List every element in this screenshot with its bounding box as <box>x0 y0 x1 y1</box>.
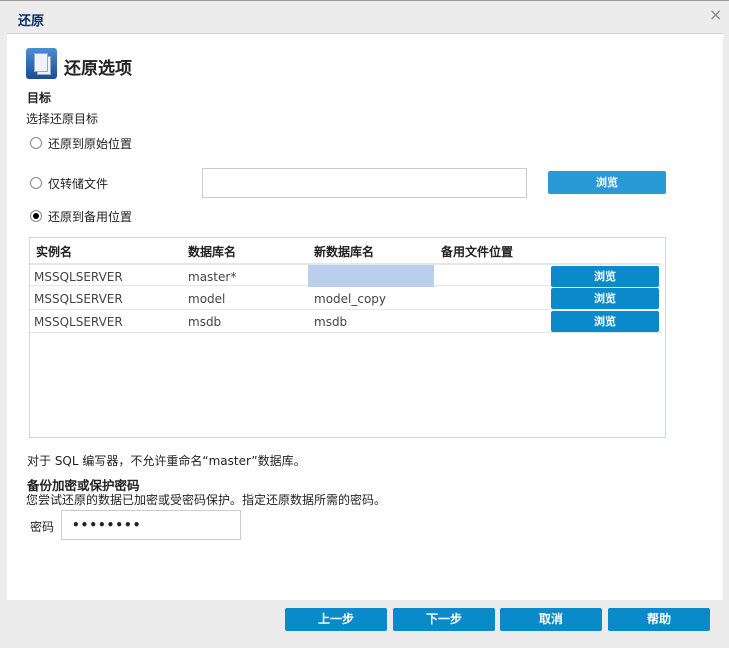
password-label: 密码 <box>30 520 55 534</box>
db-cell: msdb <box>188 315 222 329</box>
help-button[interactable]: 帮助 <box>608 608 710 631</box>
master-rename-note: 对于 SQL 编写器，不允许重命名“master”数据库。 <box>27 454 306 468</box>
window-title: 还原 <box>18 14 45 29</box>
browse-button[interactable]: 浏览 <box>551 288 659 309</box>
restore-options-icon <box>26 48 57 79</box>
radio-label: 还原到原始位置 <box>48 137 133 151</box>
new-db-input[interactable] <box>308 265 434 287</box>
column-header: 新数据库名 <box>314 245 375 259</box>
next-button[interactable]: 下一步 <box>393 608 495 631</box>
table-row: MSSQLSERVER master* 浏览 <box>30 263 661 287</box>
browse-button[interactable]: 浏览 <box>551 311 659 332</box>
database-table: 实例名 数据库名 新数据库名 备用文件位置 MSSQLSERVER master… <box>29 237 666 438</box>
back-button[interactable]: 上一步 <box>285 608 387 631</box>
radio-label: 仅转储文件 <box>48 177 109 191</box>
target-subtitle: 选择还原目标 <box>26 112 99 126</box>
browse-button[interactable]: 浏览 <box>551 266 659 287</box>
radio-original-location[interactable] <box>30 137 42 149</box>
close-icon[interactable]: × <box>709 5 722 24</box>
new-db-cell[interactable]: model_copy <box>314 292 386 306</box>
instance-cell: MSSQLSERVER <box>34 292 123 306</box>
target-section-title: 目标 <box>27 91 52 105</box>
db-cell: model <box>188 292 226 306</box>
password-input[interactable]: •••••••• <box>61 510 241 540</box>
page-title: 还原选项 <box>64 59 132 79</box>
table-row: MSSQLSERVER msdb msdb 浏览 <box>30 310 661 333</box>
radio-label: 还原到备用位置 <box>48 210 133 224</box>
title-bar <box>0 0 729 33</box>
table-row: MSSQLSERVER model model_copy 浏览 <box>30 287 661 310</box>
radio-alternate-location[interactable] <box>30 210 42 222</box>
instance-cell: MSSQLSERVER <box>34 270 123 284</box>
browse-dump-button[interactable]: 浏览 <box>548 171 666 194</box>
cancel-button[interactable]: 取消 <box>500 608 602 631</box>
encryption-description: 您尝试还原的数据已加密或受密码保护。指定还原数据所需的密码。 <box>26 493 387 507</box>
new-db-cell[interactable]: msdb <box>314 315 347 329</box>
radio-dump-file[interactable] <box>30 177 42 189</box>
column-header: 备用文件位置 <box>441 245 514 259</box>
column-header: 数据库名 <box>188 245 237 259</box>
column-header: 实例名 <box>36 245 73 259</box>
instance-cell: MSSQLSERVER <box>34 315 123 329</box>
dump-path-input[interactable] <box>202 168 527 198</box>
db-cell: master* <box>188 270 237 284</box>
